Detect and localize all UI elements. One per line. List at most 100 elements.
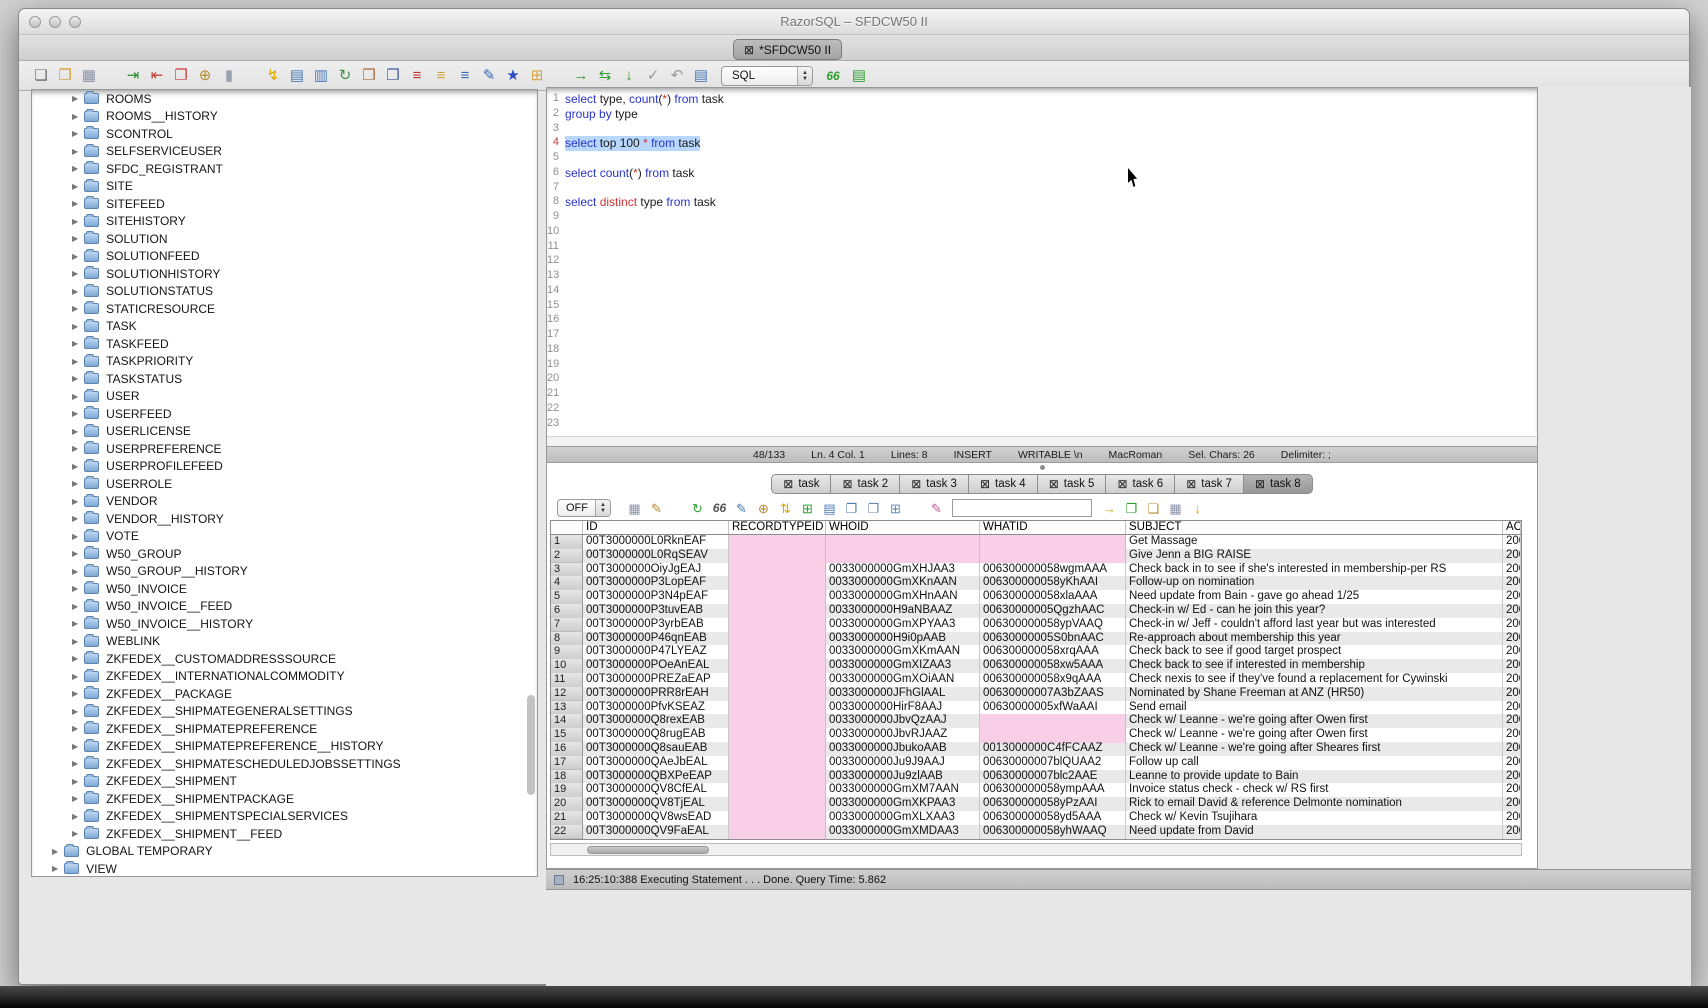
table-cell[interactable] [729, 770, 826, 785]
report-icon[interactable]: ❏ [1144, 499, 1163, 518]
table-row[interactable]: 800T3000000P46qnEAB0033000000H9i0pAAB006… [551, 632, 1521, 646]
filter-pencil-icon[interactable]: ✎ [647, 499, 666, 518]
tree-item[interactable]: ▶ZKFEDEX__INTERNATIONALCOMMODITY [32, 668, 537, 686]
tree-item[interactable]: ▶SOLUTIONHISTORY [32, 265, 537, 283]
form-view-icon[interactable]: ❐ [842, 499, 861, 518]
table-row[interactable]: 1000T3000000POeAnEAL0033000000GmXIZAA300… [551, 659, 1521, 673]
table-cell[interactable] [729, 535, 826, 550]
grid-view-icon[interactable]: ▤ [849, 66, 869, 86]
table-cell[interactable]: 0033000000GmXKmAAN [826, 645, 980, 660]
result-tab-task-5[interactable]: ⊠task 5 [1037, 474, 1107, 494]
refresh-table-icon[interactable]: ⊞ [798, 499, 817, 518]
table-row[interactable]: 400T3000000P3LopEAF0033000000GmXKnAAN006… [551, 576, 1521, 590]
tree-item[interactable]: ▶VOTE [32, 528, 537, 546]
tree-item[interactable]: ▶USERFEED [32, 405, 537, 423]
open-file-icon[interactable]: ❐ [55, 66, 75, 86]
table-cell[interactable] [729, 825, 826, 840]
table-cell[interactable]: 200 [1503, 659, 1521, 674]
table-cell[interactable]: 200 [1503, 535, 1521, 550]
disclosure-triangle-icon[interactable]: ▶ [72, 689, 78, 698]
tree-item[interactable]: ▶USERLICENSE [32, 423, 537, 441]
table-cell[interactable]: 00630000007A3bZAAS [980, 687, 1126, 702]
rerun-icon[interactable]: ⇆ [595, 66, 615, 86]
disclosure-triangle-icon[interactable]: ▶ [72, 759, 78, 768]
refresh-results-icon[interactable]: ↻ [688, 499, 707, 518]
table-cell[interactable]: 200 [1503, 714, 1521, 729]
table-cell[interactable] [729, 756, 826, 771]
editor-line[interactable]: 8select distinct type from task [547, 195, 1537, 210]
table-cell[interactable]: 200 [1503, 701, 1521, 716]
disclosure-triangle-icon[interactable]: ▶ [72, 199, 78, 208]
table-row[interactable]: 1400T3000000Q8rexEAB0033000000JbvQzAAJCh… [551, 714, 1521, 728]
row-number-cell[interactable]: 4 [551, 576, 583, 591]
tree-item[interactable]: ▶TASKPRIORITY [32, 353, 537, 371]
row-number-cell[interactable]: 9 [551, 645, 583, 660]
tree-item[interactable]: ▶SFDC_REGISTRANT [32, 160, 537, 178]
disclosure-triangle-icon[interactable]: ▶ [72, 707, 78, 716]
tree-item[interactable]: ▶ZKFEDEX__SHIPMENT [32, 773, 537, 791]
table-cell[interactable] [826, 535, 980, 550]
table-row[interactable]: 1100T3000000PREZaEAP0033000000GmXOiAAN00… [551, 673, 1521, 687]
tree-item[interactable]: ▶W50_INVOICE__FEED [32, 598, 537, 616]
save-icon[interactable]: ▦ [79, 66, 99, 86]
table-cell[interactable] [729, 701, 826, 716]
tree-item[interactable]: ▶W50_GROUP [32, 545, 537, 563]
table-cell[interactable]: 200 [1503, 673, 1521, 688]
table-row[interactable]: 2200T3000000QV9FaEAL0033000000GmXMDAA300… [551, 825, 1521, 839]
close-tab-icon[interactable]: ⊠ [842, 478, 852, 490]
close-tab-icon[interactable]: ⊠ [1117, 478, 1127, 490]
table-cell[interactable]: 00T3000000QBXPeEAP [583, 770, 729, 785]
result-tab-task-8[interactable]: ⊠task 8 [1243, 474, 1313, 494]
editor-line[interactable]: 3 [547, 122, 1537, 137]
table-cell[interactable] [980, 728, 1126, 743]
tree-item[interactable]: ▶SOLUTIONFEED [32, 248, 537, 266]
table-row[interactable]: 600T3000000P3tuvEAB0033000000H9aNBAAZ006… [551, 604, 1521, 618]
settings-list-icon[interactable]: ▤ [287, 66, 307, 86]
editor-line[interactable]: 16 [547, 313, 1537, 328]
table-cell[interactable]: 0033000000GmXOiAAN [826, 673, 980, 688]
tree-item[interactable]: ▶USER [32, 388, 537, 406]
fetch-down-icon[interactable]: ↓ [619, 66, 639, 86]
execute-icon[interactable]: ↯ [263, 66, 283, 86]
disclosure-triangle-icon[interactable]: ▶ [72, 409, 78, 418]
table-row[interactable]: 1800T3000000QBXPeEAP0033000000Ju9zlAAB00… [551, 770, 1521, 784]
table-cell[interactable] [729, 714, 826, 729]
table-cell[interactable]: 200 [1503, 618, 1521, 633]
table-cell[interactable]: 00T3000000L0RqSEAV [583, 549, 729, 564]
tree-item[interactable]: ▶ZKFEDEX__SHIPMENTSPECIALSERVICES [32, 808, 537, 826]
tree-item[interactable]: ▶GLOBAL TEMPORARY [32, 843, 537, 861]
result-tab-task-6[interactable]: ⊠task 6 [1105, 474, 1175, 494]
tree-item[interactable]: ▶TASK [32, 318, 537, 336]
table-cell[interactable]: 0033000000GmXPYAA3 [826, 618, 980, 633]
table-cell[interactable]: Need update from David [1126, 825, 1503, 840]
table-cell[interactable] [729, 659, 826, 674]
tree-item[interactable]: ▶W50_INVOICE [32, 580, 537, 598]
tree-item[interactable]: ▶TASKSTATUS [32, 370, 537, 388]
table-cell[interactable]: 00T3000000P3yrbEAB [583, 618, 729, 633]
highlighter-icon[interactable]: ✎ [927, 499, 946, 518]
table-cell[interactable]: Check w/ Leanne - we're going after Shea… [1126, 742, 1503, 757]
tree-item[interactable]: ▶ZKFEDEX__SHIPMATESCHEDULEDJOBSSETTINGS [32, 755, 537, 773]
row-number-cell[interactable]: 20 [551, 797, 583, 812]
table-cell[interactable]: 0033000000H9aNBAAZ [826, 604, 980, 619]
row-number-cell[interactable]: 22 [551, 825, 583, 840]
tree-item[interactable]: ▶TASKFEED [32, 335, 537, 353]
table-tools-icon[interactable]: ⊞ [527, 66, 547, 86]
row-number-cell[interactable]: 5 [551, 590, 583, 605]
table-cell[interactable]: 0033000000HirF8AAJ [826, 701, 980, 716]
table-cell[interactable]: 0033000000GmXM7AAN [826, 783, 980, 798]
table-cell[interactable]: 00T3000000QV8wsEAD [583, 811, 729, 826]
disclosure-triangle-icon[interactable]: ▶ [72, 357, 78, 366]
table-cell[interactable]: 006300000058xlaAAA [980, 590, 1126, 605]
table-cell[interactable] [729, 618, 826, 633]
table-row[interactable]: 700T3000000P3yrbEAB0033000000GmXPYAA3006… [551, 618, 1521, 632]
table-cell[interactable]: 200 [1503, 645, 1521, 660]
tree-item[interactable]: ▶SOLUTIONSTATUS [32, 283, 537, 301]
table-cell[interactable]: 0033000000JFhGlAAL [826, 687, 980, 702]
row-number-cell[interactable]: 7 [551, 618, 583, 633]
row-number-cell[interactable]: 15 [551, 728, 583, 743]
log-notes-icon[interactable]: ▤ [691, 66, 711, 86]
view-glasses-icon[interactable]: 66 [710, 499, 729, 518]
row-number-cell[interactable]: 16 [551, 742, 583, 757]
table-cell[interactable]: 006300000058xrqAAA [980, 645, 1126, 660]
